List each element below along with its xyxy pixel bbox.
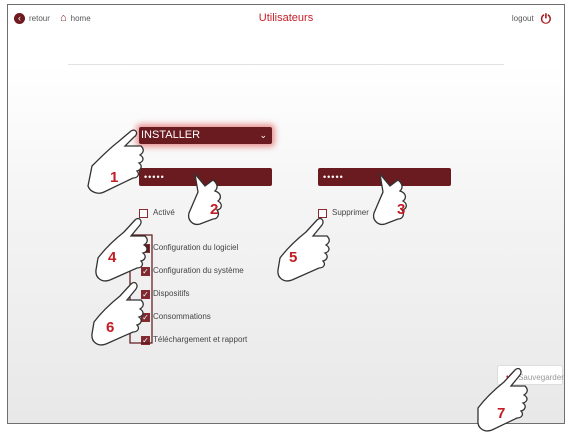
permission-label: Consommations [153,312,211,321]
permission-label: Téléchargement et rapport [153,335,248,344]
save-button[interactable]: ✔ Sauvegarder [497,365,564,385]
role-select-value: INSTALLER [141,129,201,141]
delete-checkbox[interactable] [318,209,327,218]
active-label: Activé [153,208,175,217]
password-confirm-field[interactable]: ••••• [318,168,451,186]
chevron-down-icon: ⌄ [259,130,267,140]
permission-checkbox-devices[interactable]: ✓ [141,290,150,299]
permission-label: Dispositifs [153,289,190,298]
permission-checkbox-software[interactable] [141,244,150,253]
password-field[interactable]: ••••• [139,168,272,186]
permission-label: Configuration du logiciel [153,243,239,252]
user-form: INSTALLER ⌄ ••••• ••••• Activé Supprimer… [8,5,564,423]
role-select[interactable]: INSTALLER ⌄ [139,127,272,144]
checkmark-icon: ✔ [505,369,516,383]
permission-checkbox-consumption[interactable]: ✓ [141,313,150,322]
permission-checkbox-download[interactable]: ✓ [141,336,150,345]
active-checkbox[interactable] [139,209,148,218]
permission-label: Configuration du système [153,266,244,275]
app-window: ‹ retour ⌂ home logout ⏻ Utilisateurs IN… [7,4,565,424]
save-label: Sauvegarder [518,373,564,382]
delete-label: Supprimer [332,208,369,217]
permission-checkbox-system[interactable]: ✓ [141,267,150,276]
